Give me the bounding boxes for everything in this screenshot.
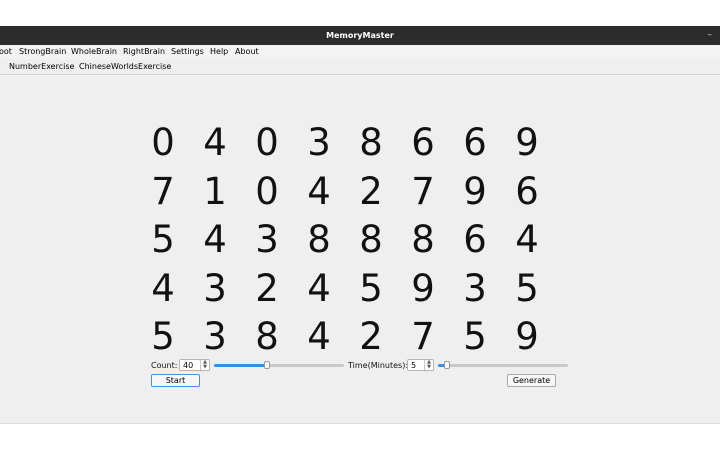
time-spinbox[interactable]: 5 ▲ ▼ bbox=[407, 359, 434, 371]
digit-cell: 4 bbox=[307, 266, 331, 310]
time-value: 5 bbox=[411, 361, 417, 370]
menu-item-wholebrain[interactable]: WholeBrain bbox=[71, 45, 117, 59]
digit-cell: 7 bbox=[411, 169, 435, 213]
exercise-panel: 0403866971042796543888644324593553842759… bbox=[0, 75, 720, 423]
digit-cell: 6 bbox=[411, 121, 435, 164]
count-slider-fill bbox=[214, 364, 268, 367]
digit-cell: 5 bbox=[151, 315, 175, 358]
digit-cell: 0 bbox=[255, 121, 279, 164]
digit-cell: 7 bbox=[151, 169, 175, 213]
digit-cell: 8 bbox=[255, 315, 279, 358]
digit-cell: 3 bbox=[203, 266, 227, 310]
menu-item-oot[interactable]: oot bbox=[0, 45, 12, 59]
window-title: MemoryMaster bbox=[326, 31, 394, 40]
menu-item-about[interactable]: About bbox=[235, 45, 259, 59]
digit-cell: 4 bbox=[203, 121, 227, 164]
time-slider-handle[interactable] bbox=[444, 361, 451, 369]
digit-cell: 4 bbox=[203, 218, 227, 261]
count-slider[interactable] bbox=[214, 361, 344, 369]
digit-grid: 0403866971042796543888644324593553842759 bbox=[137, 119, 553, 362]
digit-cell: 9 bbox=[411, 266, 435, 310]
digit-cell: 4 bbox=[515, 218, 539, 261]
digit-cell: 3 bbox=[203, 315, 227, 358]
digit-cell: 5 bbox=[151, 218, 175, 261]
count-value: 40 bbox=[183, 361, 194, 370]
start-button[interactable]: Start bbox=[151, 374, 200, 387]
menu-item-rightbrain[interactable]: RightBrain bbox=[123, 45, 165, 59]
digit-cell: 9 bbox=[515, 121, 539, 164]
digit-cell: 3 bbox=[307, 121, 331, 164]
digit-cell: 6 bbox=[463, 218, 487, 261]
spin-arrows-icon[interactable]: ▲ ▼ bbox=[200, 360, 209, 370]
digit-cell: 8 bbox=[359, 218, 383, 261]
count-label: Count: bbox=[151, 361, 178, 370]
digit-cell: 8 bbox=[359, 121, 383, 164]
spin-arrows-icon[interactable]: ▲ ▼ bbox=[424, 360, 433, 370]
digit-cell: 0 bbox=[255, 169, 279, 213]
digit-cell: 6 bbox=[515, 169, 539, 213]
digit-cell: 7 bbox=[411, 315, 435, 358]
digit-cell: 9 bbox=[515, 315, 539, 358]
digit-cell: 4 bbox=[307, 169, 331, 213]
time-slider[interactable] bbox=[438, 361, 568, 369]
time-slider-track bbox=[438, 364, 568, 367]
count-slider-handle[interactable] bbox=[264, 361, 271, 369]
digit-cell: 1 bbox=[203, 169, 227, 213]
count-spinbox[interactable]: 40 ▲ ▼ bbox=[179, 359, 210, 371]
digit-cell: 4 bbox=[307, 315, 331, 358]
digit-cell: 5 bbox=[463, 315, 487, 358]
menu-item-settings[interactable]: Settings bbox=[171, 45, 204, 59]
digit-cell: 3 bbox=[255, 218, 279, 261]
digit-cell: 6 bbox=[463, 121, 487, 164]
digit-cell: 9 bbox=[463, 169, 487, 213]
digit-cell: 3 bbox=[463, 266, 487, 310]
digit-cell: 8 bbox=[307, 218, 331, 261]
digit-cell: 5 bbox=[359, 266, 383, 310]
tab-number-exercise[interactable]: NumberExercise bbox=[9, 59, 74, 74]
digit-cell: 2 bbox=[359, 169, 383, 213]
menu-item-help[interactable]: Help bbox=[210, 45, 228, 59]
menu-item-strongbrain[interactable]: StrongBrain bbox=[19, 45, 66, 59]
digit-cell: 8 bbox=[411, 218, 435, 261]
digit-cell: 2 bbox=[255, 266, 279, 310]
window-bottom-area bbox=[0, 423, 720, 451]
title-bar: MemoryMaster – bbox=[0, 26, 720, 45]
tab-chinese-worlds-exercise[interactable]: ChineseWorldsExercise bbox=[79, 59, 171, 74]
digit-cell: 0 bbox=[151, 121, 175, 164]
minimize-icon[interactable]: – bbox=[708, 26, 713, 45]
digit-cell: 2 bbox=[359, 315, 383, 358]
generate-button[interactable]: Generate bbox=[507, 374, 556, 387]
time-label: Time(Minutes): bbox=[348, 361, 409, 370]
tab-bar: NumberExercise ChineseWorldsExercise bbox=[0, 59, 720, 75]
menu-bar: oot StrongBrain WholeBrain RightBrain Se… bbox=[0, 45, 720, 59]
digit-cell: 5 bbox=[515, 266, 539, 310]
digit-cell: 4 bbox=[151, 266, 175, 310]
